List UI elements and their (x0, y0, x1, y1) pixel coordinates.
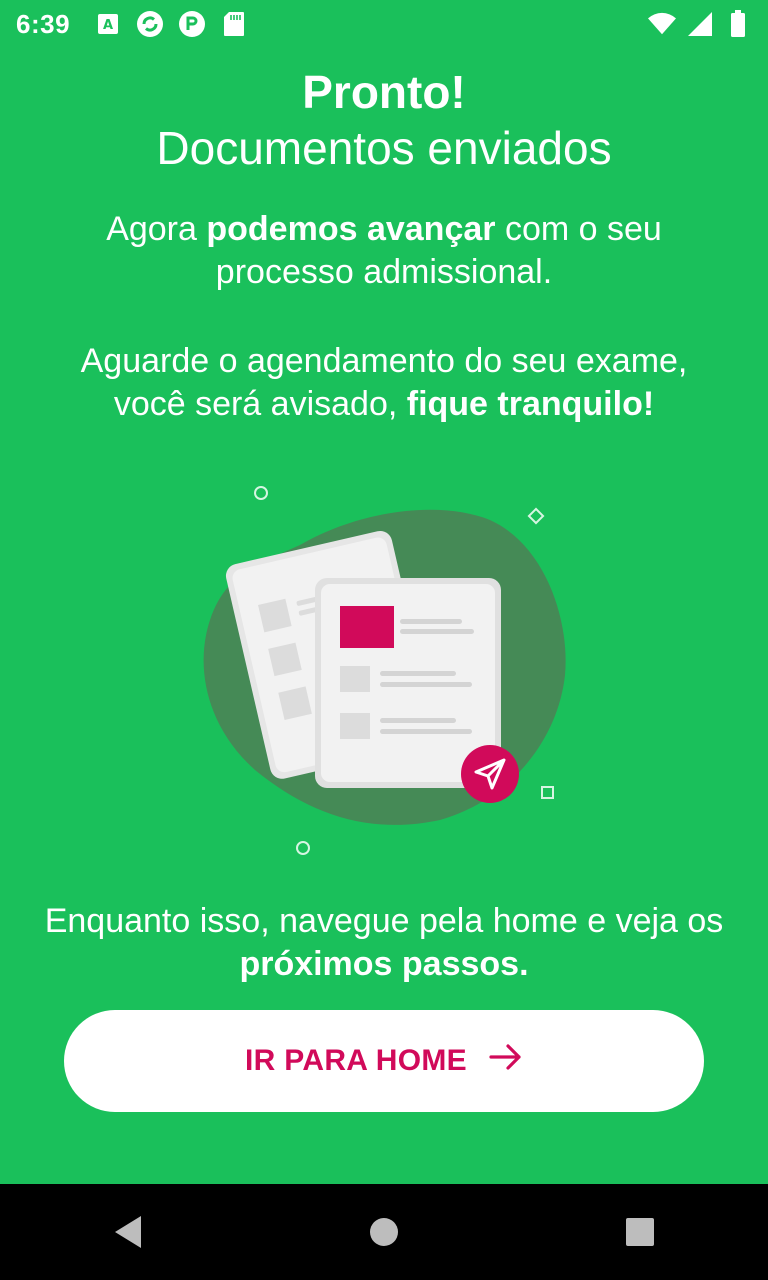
wifi-icon (648, 10, 676, 38)
r-app-icon (178, 10, 206, 38)
message-highlight: podemos avançar (206, 210, 496, 248)
arrow-right-icon (489, 1043, 523, 1079)
go-home-button-label: IR PARA HOME (245, 1044, 467, 1077)
recents-button[interactable] (610, 1202, 670, 1262)
home-button[interactable] (354, 1202, 414, 1262)
message-wait: Aguarde o agendamento do seu exame, você… (40, 340, 728, 426)
message-text: Agora (106, 210, 207, 248)
back-icon (115, 1216, 141, 1248)
message-highlight: fique tranquilo! (406, 385, 655, 423)
signal-icon (686, 10, 714, 38)
svg-text:A: A (103, 18, 113, 33)
page-title: Pronto! (302, 66, 466, 118)
status-bar: 6:39 A (0, 0, 768, 48)
page-subtitle: Documentos enviados (156, 122, 612, 174)
recents-icon (626, 1218, 654, 1246)
sync-app-icon (136, 10, 164, 38)
header: Pronto! Documentos enviados (0, 64, 768, 176)
navigation-bar (0, 1184, 768, 1280)
message-highlight: próximos passos. (239, 945, 529, 983)
documents-sent-illustration (190, 470, 590, 870)
font-app-icon: A (94, 10, 122, 38)
sd-card-icon (220, 10, 248, 38)
home-icon (370, 1218, 398, 1246)
documents-sent-icon (203, 486, 566, 855)
back-button[interactable] (98, 1202, 158, 1262)
status-right (648, 10, 752, 38)
message-text: Enquanto isso, navegue pela home e veja … (44, 902, 724, 940)
message-next-steps: Enquanto isso, navegue pela home e veja … (40, 900, 728, 986)
message-advance: Agora podemos avançar com o seu processo… (40, 208, 728, 294)
status-left: 6:39 A (16, 9, 248, 40)
go-home-button[interactable]: IR PARA HOME (64, 1010, 704, 1112)
status-time: 6:39 (16, 8, 71, 39)
battery-icon (724, 10, 752, 38)
